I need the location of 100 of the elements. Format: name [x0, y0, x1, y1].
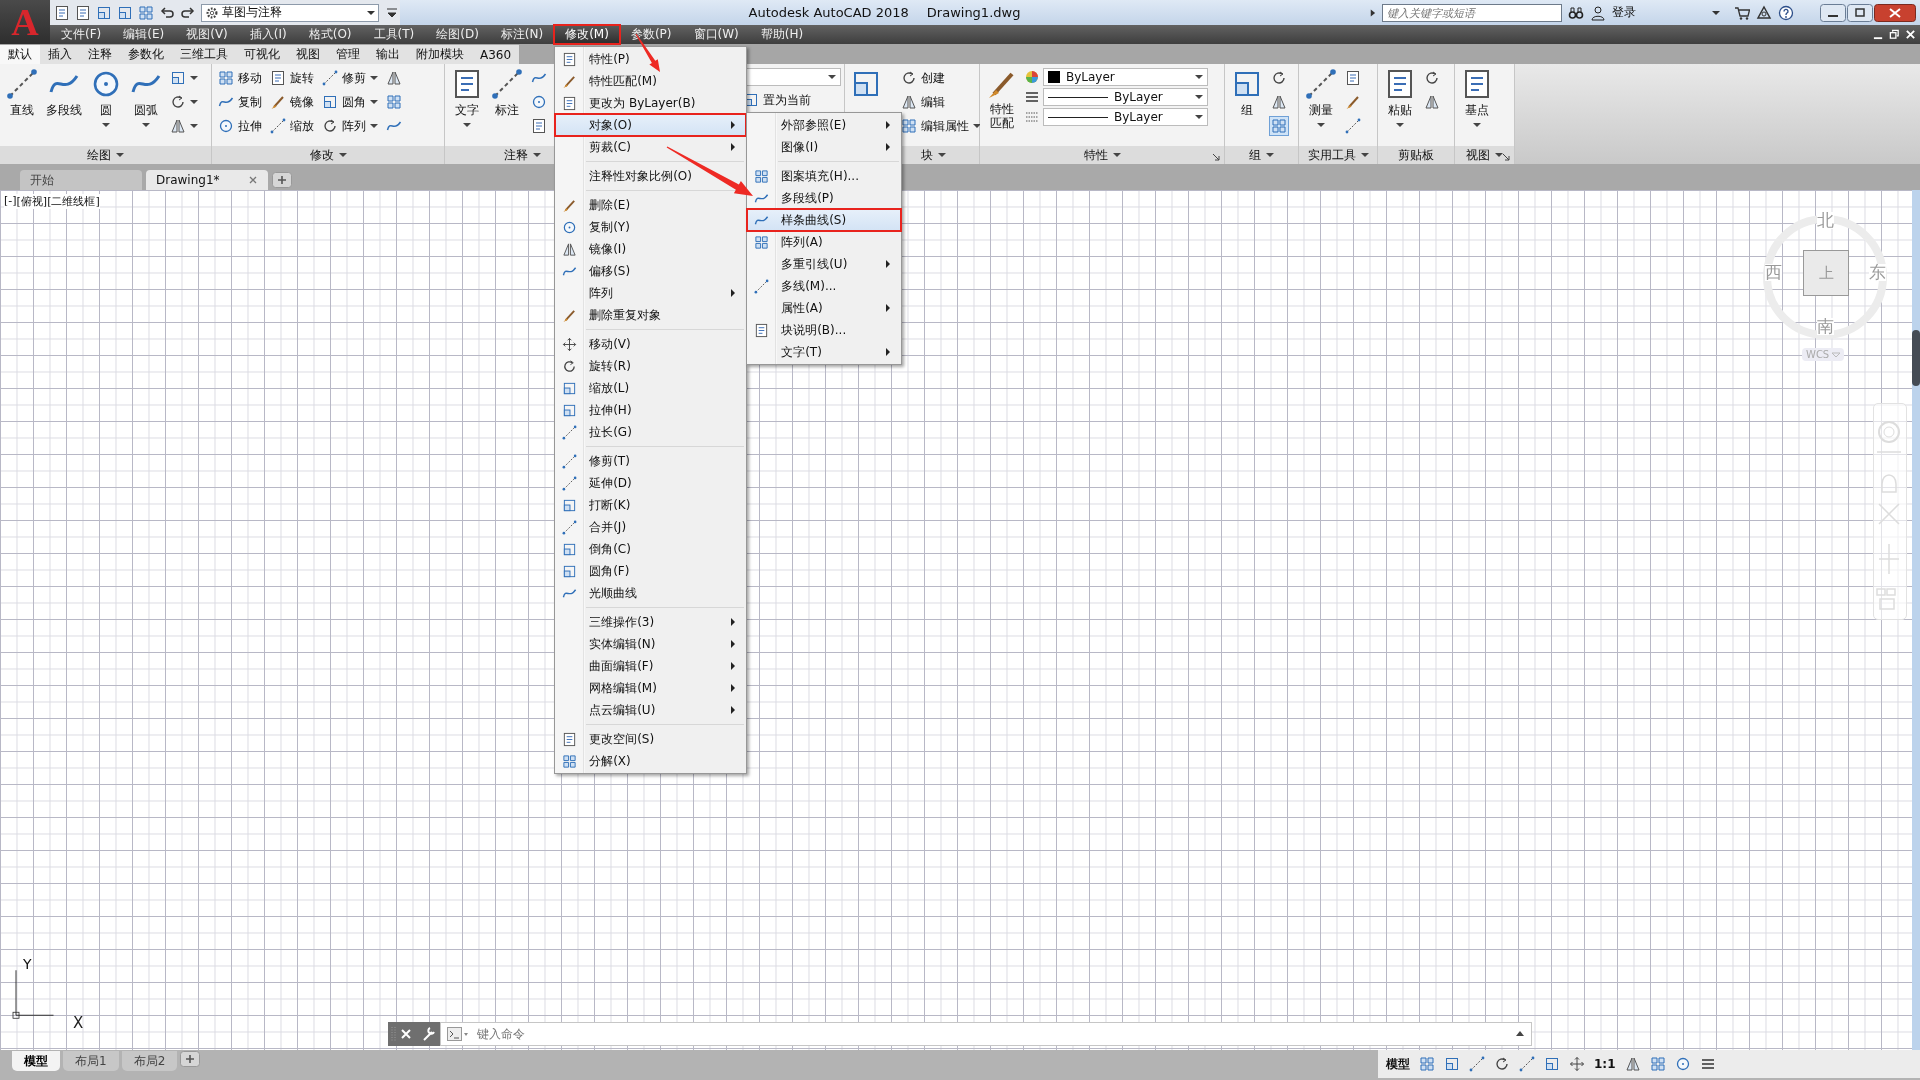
ribbon-tab[interactable]: 管理 [328, 45, 368, 64]
ribbon-tab[interactable]: 默认 [0, 45, 40, 64]
ribbon-button[interactable]: 创建 [899, 68, 983, 88]
command-line-field[interactable]: 键入命令 [440, 1022, 1532, 1046]
menu-entry[interactable]: 多重引线(U) [747, 253, 902, 275]
sign-in-link[interactable]: 登录 [1612, 4, 1636, 21]
property-dropdown[interactable]: ByLayer [1043, 68, 1208, 86]
panel-title[interactable]: 特性 [1083, 146, 1108, 164]
ribbon-button[interactable]: 直线 [4, 68, 40, 119]
ribbon-button[interactable]: 移动 [216, 68, 264, 88]
menu-entry[interactable]: 偏移(S) [555, 260, 747, 282]
menu-item[interactable]: 窗口(W) [682, 25, 750, 44]
menu-entry[interactable]: 多线(M)... [747, 275, 902, 297]
menu-item[interactable]: 参数(P) [619, 25, 683, 44]
panel-title[interactable]: 修改 [309, 146, 334, 164]
command-field[interactable]: 键入命令 [475, 1026, 1509, 1042]
ribbon-button[interactable]: 镜像 [268, 92, 316, 112]
ribbon-button[interactable]: 组 [1229, 68, 1265, 119]
menu-entry[interactable]: 图像(I) [747, 136, 902, 158]
ribbon-tab[interactable]: 注释 [80, 45, 120, 64]
menu-entry[interactable]: 多段线(P) [747, 187, 902, 209]
menu-entry[interactable]: 删除(E) [555, 194, 747, 216]
menu-entry[interactable]: 外部参照(E) [747, 114, 902, 136]
ribbon-button[interactable]: 旋转 [268, 68, 316, 88]
menu-entry[interactable]: 特性匹配(M) [555, 70, 747, 92]
menu-entry[interactable]: 特性(P) [555, 48, 747, 70]
panel-title[interactable]: 组 [1249, 146, 1261, 164]
menu-entry[interactable]: 缩放(L) [555, 377, 747, 399]
viewport-control[interactable]: [二维线框] [47, 194, 100, 209]
viewport-control[interactable]: [-] [4, 194, 17, 209]
ribbon-button[interactable]: 拉伸 [216, 116, 264, 136]
ribbon-tab[interactable]: 视图 [288, 45, 328, 64]
menu-entry[interactable]: 删除重复对象 [555, 304, 747, 326]
menu-entry[interactable]: 镜像(I) [555, 238, 747, 260]
menu-entry[interactable]: 圆角(F) [555, 560, 747, 582]
layout-tab[interactable]: 模型 [12, 1051, 60, 1071]
menu-entry[interactable]: 打断(K) [555, 494, 747, 516]
menu-entry[interactable]: 修剪(T) [555, 450, 747, 472]
ribbon-button[interactable]: 粘贴 [1382, 68, 1418, 129]
ribbon-button[interactable]: 测量 [1303, 68, 1339, 129]
menu-entry[interactable]: 复制(Y) [555, 216, 747, 238]
menu-entry[interactable]: 阵列(A) [747, 231, 902, 253]
menu-entry[interactable]: 三维操作(3) [555, 611, 747, 633]
ribbon-button[interactable]: 标注 [489, 68, 525, 119]
ribbon-button[interactable]: 复制 [216, 92, 264, 112]
menu-entry[interactable]: 阵列 [555, 282, 747, 304]
annotation-scale-button[interactable]: 1:1 [1594, 1057, 1616, 1071]
menu-entry[interactable]: 分解(X) [555, 750, 747, 772]
menu-entry[interactable]: 实体编辑(N) [555, 633, 747, 655]
menu-entry[interactable]: 注释性对象比例(O) [555, 165, 747, 187]
menu-item[interactable]: 视图(V) [175, 25, 239, 44]
document-tab[interactable]: Drawing1* [146, 170, 268, 190]
menu-item[interactable]: 帮助(H) [749, 25, 815, 44]
menu-entry[interactable]: 光顺曲线 [555, 582, 747, 604]
search-field[interactable]: 键入关键字或短语 [1382, 3, 1562, 22]
panel-title[interactable]: 注释 [503, 146, 528, 164]
menu-item[interactable]: 工具(T) [362, 25, 426, 44]
menu-entry[interactable]: 对象(O) [555, 114, 747, 136]
menu-item[interactable]: 文件(F) [50, 25, 113, 44]
ribbon-button[interactable]: 阵列 [320, 116, 380, 136]
menu-item[interactable]: 绘图(D) [425, 25, 490, 44]
ribbon-button[interactable]: 文字 [449, 68, 485, 129]
property-dropdown[interactable]: ByLayer [1043, 108, 1208, 126]
menu-entry[interactable]: 更改空间(S) [555, 728, 747, 750]
panel-title[interactable]: 块 [920, 146, 933, 164]
menu-entry[interactable]: 剪裁(C) [555, 136, 747, 158]
ribbon-tab[interactable]: 附加模块 [408, 45, 472, 64]
ribbon-tab[interactable]: 可视化 [236, 45, 288, 64]
menu-item[interactable]: 插入(I) [238, 25, 298, 44]
menu-entry[interactable]: 拉长(G) [555, 421, 747, 443]
ribbon-button[interactable]: 缩放 [268, 116, 316, 136]
menu-entry[interactable]: 旋转(R) [555, 355, 747, 377]
workspace-dropdown[interactable]: 草图与注释 [201, 3, 379, 22]
ribbon-button[interactable]: 圆弧 [128, 68, 164, 129]
ribbon-tab[interactable]: 三维工具 [172, 45, 236, 64]
ribbon-button[interactable]: 修剪 [320, 68, 380, 88]
menu-entry[interactable]: 点云编辑(U) [555, 699, 747, 721]
document-tab[interactable]: 开始 [20, 170, 142, 190]
menu-entry[interactable]: 属性(A) [747, 297, 902, 319]
property-dropdown[interactable]: ByLayer [1043, 88, 1208, 106]
ribbon-button[interactable]: 基点 [1459, 68, 1495, 129]
menu-entry[interactable]: 网格编辑(M) [555, 677, 747, 699]
viewport-control[interactable]: [俯视] [16, 194, 48, 209]
ribbon-button[interactable]: 特性匹配 [984, 68, 1020, 130]
menu-entry[interactable]: 拉伸(H) [555, 399, 747, 421]
menu-item[interactable]: 格式(O) [297, 25, 363, 44]
ribbon-tab[interactable]: 参数化 [120, 45, 172, 64]
layout-tab[interactable]: 布局2 [121, 1051, 178, 1071]
ribbon-button[interactable]: 圆角 [320, 92, 380, 112]
menu-entry[interactable]: 移动(V) [555, 333, 747, 355]
menu-entry[interactable]: 样条曲线(S) [747, 209, 902, 231]
panel-title[interactable]: 绘图 [87, 146, 111, 164]
ribbon-button[interactable]: 多段线 [44, 68, 84, 119]
ribbon-tab[interactable]: 插入 [40, 45, 80, 64]
menu-entry[interactable]: 倒角(C) [555, 538, 747, 560]
model-space-button[interactable]: 模型 [1386, 1055, 1410, 1073]
menu-entry[interactable]: 文字(T) [747, 341, 902, 363]
menu-entry[interactable]: 延伸(D) [555, 472, 747, 494]
menu-item[interactable]: 修改(M) [554, 25, 620, 44]
layout-tab[interactable]: 布局1 [63, 1051, 119, 1071]
